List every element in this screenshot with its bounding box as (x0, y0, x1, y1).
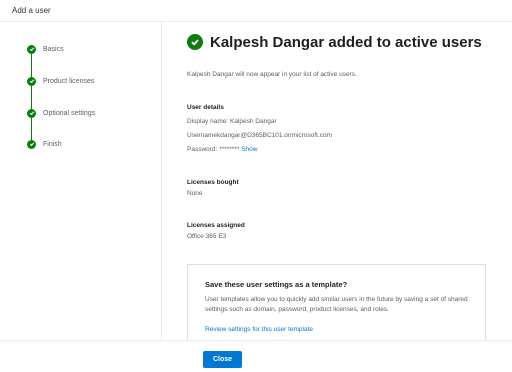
page-title: Kalpesh Dangar added to active users (210, 34, 482, 51)
panel-title: Add a user (12, 6, 51, 15)
checkmark-circle-icon (187, 34, 203, 50)
checkmark-icon (27, 44, 36, 54)
user-details-heading: User details (187, 104, 224, 111)
password-value: Password: ******** (187, 146, 240, 153)
step-label: Finish (43, 140, 62, 148)
username-value: Usernamekdangar@D365BC101.onmicrosoft.co… (187, 132, 332, 139)
checkmark-icon (27, 108, 36, 118)
password-row: Password: ******** Show (187, 146, 257, 153)
checkmark-icon (27, 76, 36, 86)
checkmark-icon (27, 139, 36, 149)
step-basics: Basics (27, 44, 64, 54)
template-card: Save these user settings as a template? … (187, 264, 486, 344)
step-optional-settings: Optional settings (27, 108, 95, 118)
close-button[interactable]: Close (203, 351, 242, 368)
step-label: Product licenses (43, 77, 95, 85)
display-name-value: Display name: Kalpesh Dangar (187, 118, 277, 125)
licenses-bought-heading: Licenses bought (187, 179, 239, 186)
step-product-licenses: Product licenses (27, 76, 94, 86)
show-password-link[interactable]: Show (241, 146, 257, 153)
step-label: Basics (43, 45, 64, 53)
step-finish: Finish (27, 139, 62, 149)
panel-footer: Close (0, 340, 512, 372)
wizard-steps (0, 22, 162, 340)
template-card-title: Save these user settings as a template? (205, 280, 348, 289)
result-subtitle: Kalpesh Dangar will now appear in your l… (187, 71, 357, 78)
template-card-body: User templates allow you to quickly add … (205, 296, 468, 313)
licenses-bought-value: None (187, 190, 203, 197)
panel-header: Add a user (0, 0, 512, 22)
review-template-link[interactable]: Review settings for this user template (205, 326, 313, 333)
licenses-assigned-heading: Licenses assigned (187, 222, 245, 229)
licenses-assigned-value: Office 365 E3 (187, 233, 227, 240)
step-label: Optional settings (43, 109, 96, 117)
